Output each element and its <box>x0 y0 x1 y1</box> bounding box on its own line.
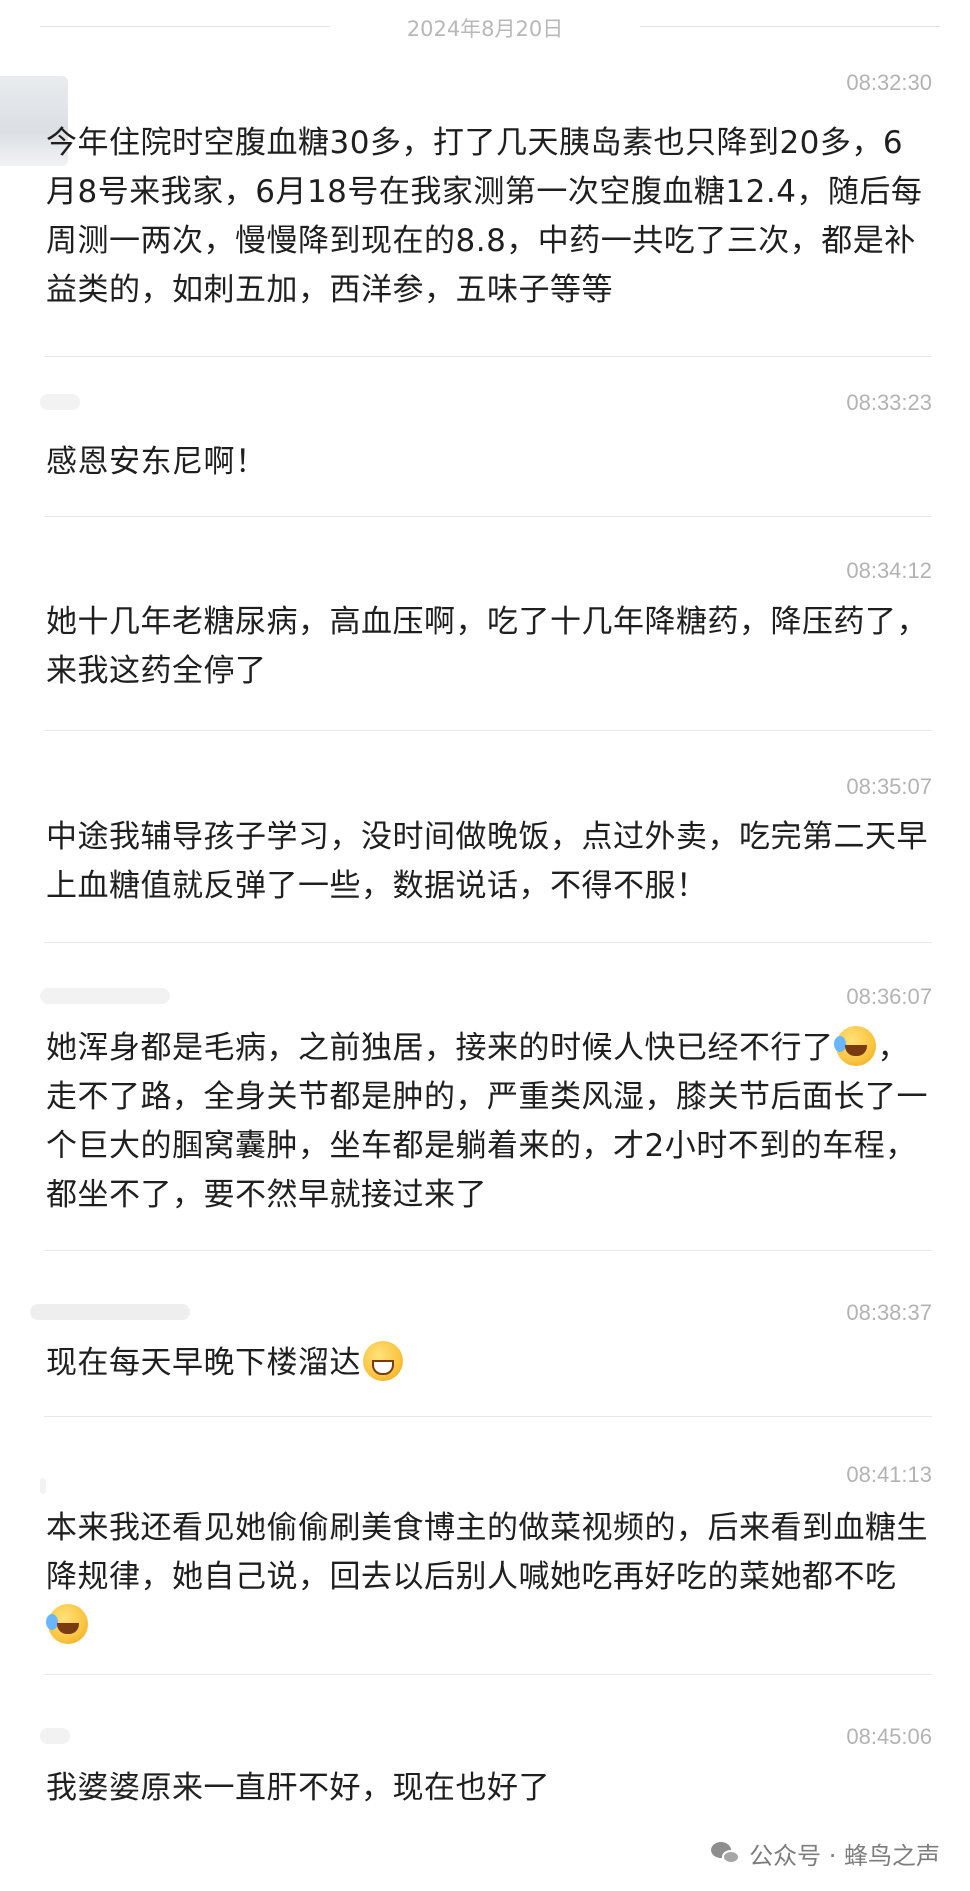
divider-line-right <box>640 26 940 27</box>
chat-message[interactable]: 08:32:30 今年住院时空腹血糖30多，打了几天胰岛素也只降到20多，6月8… <box>0 64 970 358</box>
chat-message[interactable]: 08:45:06 我婆婆原来一直肝不好，现在也好了 <box>0 1718 970 1828</box>
message-separator <box>44 1250 932 1251</box>
message-separator <box>44 942 932 943</box>
sender-name <box>40 1728 70 1744</box>
chat-message[interactable]: 08:35:07 中途我辅导孩子学习，没时间做晚饭，点过外卖，吃完第二天早上血糖… <box>0 768 970 944</box>
laughing-tears-emoji <box>46 1604 88 1644</box>
message-timestamp: 08:36:07 <box>846 984 932 1009</box>
divider-line-left <box>40 26 330 27</box>
message-timestamp: 08:34:12 <box>846 558 932 583</box>
sender-name <box>30 1304 190 1320</box>
message-text: 她十几年老糖尿病，高血压啊，吃了十几年降糖药，降压药了，来我这药全停了 <box>46 604 928 689</box>
message-separator <box>44 356 932 357</box>
date-divider-label: 2024年8月20日 <box>406 17 564 41</box>
message-text: 本来我还看见她偷偷刷美食博主的做菜视频的，后来看到血糖生降规律，她自己说，回去以… <box>46 1504 930 1651</box>
message-separator <box>44 516 932 517</box>
message-separator <box>44 730 932 731</box>
source-watermark: 公众号 · 蜂鸟之声 <box>711 1836 940 1871</box>
message-timestamp: 08:45:06 <box>846 1724 932 1749</box>
message-timestamp: 08:35:07 <box>846 774 932 799</box>
chat-message[interactable]: 08:33:23 感恩安东尼啊！ <box>0 384 970 518</box>
loudly-crying-emoji <box>833 1026 876 1066</box>
sender-name <box>40 1478 46 1494</box>
sender-name <box>40 394 80 410</box>
message-separator <box>44 1674 932 1675</box>
message-timestamp: 08:41:13 <box>846 1462 932 1487</box>
message-timestamp: 08:33:23 <box>846 390 932 415</box>
message-text: 中途我辅导孩子学习，没时间做晚饭，点过外卖，吃完第二天早上血糖值就反弹了一些，数… <box>46 819 928 904</box>
sender-name <box>40 988 170 1004</box>
chat-message[interactable]: 08:41:13 本来我还看见她偷偷刷美食博主的做菜视频的，后来看到血糖生降规律… <box>0 1456 970 1676</box>
chat-message[interactable]: 08:36:07 她浑身都是毛病，之前独居，接来的时候人快已经不行了 ，走不了路，… <box>0 978 970 1252</box>
grinning-emoji <box>363 1341 403 1381</box>
message-text: 我婆婆原来一直肝不好，现在也好了 <box>46 1770 550 1806</box>
message-text: 今年住院时空腹血糖30多，打了几天胰岛素也只降到20多，6月8号来我家，6月18… <box>46 125 923 308</box>
chat-message[interactable]: 08:38:37 现在每天早晚下楼溜达 <box>0 1294 970 1418</box>
date-divider: 2024年8月20日 <box>0 8 970 44</box>
chat-message[interactable]: 08:34:12 她十几年老糖尿病，高血压啊，吃了十几年降糖药，降压药了，来我这… <box>0 552 970 732</box>
watermark-text: 公众号 · 蜂鸟之声 <box>749 1842 940 1870</box>
message-text: 她浑身都是毛病，之前独居，接来的时候人快已经不行了 ，走不了路，全身关节都是肿的，… <box>46 1024 930 1220</box>
message-text-part: 她浑身都是毛病，之前独居，接来的时候人快已经不行了 <box>46 1030 834 1066</box>
message-text: 感恩安东尼啊！ <box>46 444 267 480</box>
chat-history-page: 2024年8月20日 08:32:30 今年住院时空腹血糖30多，打了几天胰岛素… <box>0 0 970 1891</box>
message-timestamp: 08:38:37 <box>846 1300 932 1325</box>
message-text-part: 本来我还看见她偷偷刷美食博主的做菜视频的，后来看到血糖生降规律，她自己说，回去以… <box>46 1510 928 1595</box>
message-timestamp: 08:32:30 <box>846 70 932 95</box>
message-separator <box>44 1416 932 1417</box>
wechat-icon <box>711 1841 741 1866</box>
message-text-part: 现在每天早晚下楼溜达 <box>46 1345 361 1381</box>
message-text: 现在每天早晚下楼溜达 <box>46 1339 930 1388</box>
